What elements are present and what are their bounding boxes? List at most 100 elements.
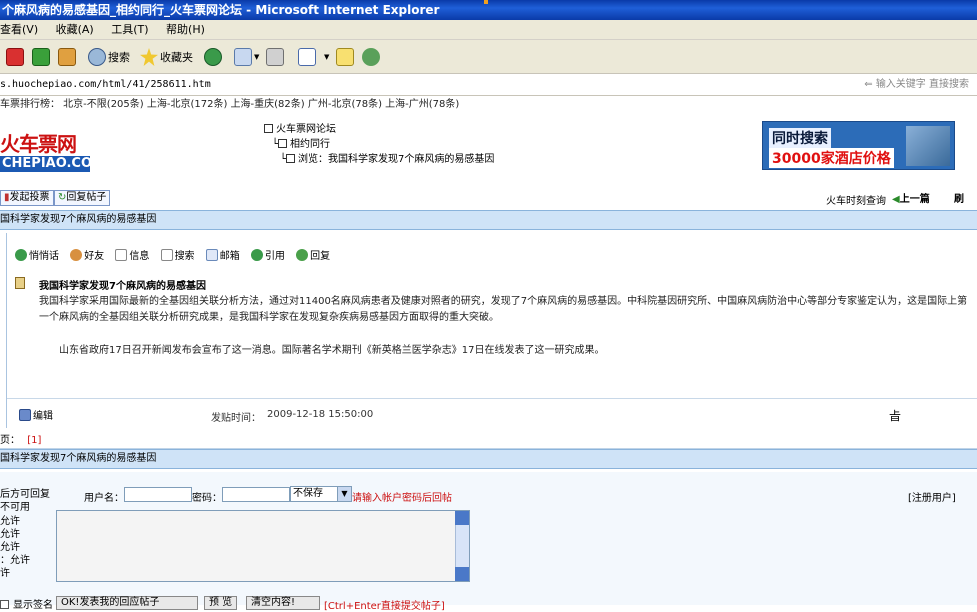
scroll-up-icon[interactable] (455, 511, 469, 525)
breadcrumb-current: └ 浏览：我国科学家发现7个麻风病的易感基因 (264, 152, 494, 167)
password-label: 密码： (192, 493, 222, 504)
friend-button[interactable]: 好友 (70, 249, 105, 262)
address-search[interactable]: ⇐ 输入关键字 直接搜索 (864, 74, 969, 96)
schedule-link[interactable]: 火车时刻查询 (826, 192, 886, 207)
arrow-left-icon: ⇐ (864, 79, 876, 90)
refresh-link[interactable]: 刷 (954, 190, 964, 205)
post-reply-label: 回复 (310, 251, 331, 262)
note-icon (336, 48, 354, 66)
reply-post-label: 回复帖子 (66, 192, 107, 203)
address-url[interactable]: s.huochepiao.com/html/41/258611.htm (0, 79, 211, 90)
textarea-scrollbar[interactable] (455, 511, 469, 581)
ticket-ranking[interactable]: 车票排行榜： 北京-不限(205条) 上海-北京(172条) 上海-重庆(82条… (0, 96, 977, 114)
preview-button[interactable]: 预 览 (204, 596, 238, 610)
edit-post-button[interactable]: 编辑 (19, 407, 53, 422)
reply-form: 后方可回复 不可用 允许 允许 允许 ：允许 许 用户名： 密码： 不保存 ▼ … (0, 472, 977, 612)
print-button[interactable] (266, 46, 286, 68)
page-link-1[interactable]: [1] (27, 435, 41, 446)
save-login-value: 不保存 (293, 488, 323, 499)
post-divider (7, 398, 977, 399)
chevron-down-icon: ▼ (254, 53, 260, 61)
thread-actions: ▮发起投票 ↻回复帖子 火车时刻查询 ◀上一篇 刷 (0, 190, 977, 208)
post-mark: 㫖 (889, 409, 902, 423)
folder-icon (278, 139, 288, 148)
new-vote-label: 发起投票 (9, 192, 50, 203)
chevron-down-icon: ▼ (337, 487, 351, 501)
post-paragraph: 我国科学家采用国际最新的全基因组关联分析方法，通过对11400名麻风病患者及健康… (39, 296, 968, 323)
friend-label: 好友 (84, 251, 105, 262)
save-login-select[interactable]: 不保存 ▼ (290, 486, 352, 502)
post-search-button[interactable]: 搜索 (160, 249, 195, 262)
favorites-label: 收藏夹 (160, 51, 193, 64)
home-button[interactable] (58, 46, 78, 68)
site-logo[interactable]: 火车票网 CHEPIAO.COM (0, 132, 105, 176)
menu-help[interactable]: 帮助(H) (166, 23, 205, 36)
reply-title-bar: 国科学家发现7个麻风病的易感基因 (0, 449, 977, 469)
whisper-icon (15, 249, 27, 261)
breadcrumb-forum-label: 相约同行 (290, 139, 331, 150)
show-signature-checkbox[interactable]: 显示签名 (0, 596, 53, 611)
email-button[interactable]: 邮箱 (205, 249, 240, 262)
thread-title-bar: 国科学家发现7个麻风病的易感基因 (0, 210, 977, 230)
clear-button[interactable]: 清空内容! (246, 596, 320, 610)
reply-content-textarea[interactable] (56, 510, 470, 582)
whisper-button[interactable]: 悄悄话 (15, 249, 59, 262)
arrow-left-icon: ◀ (892, 194, 900, 205)
menu-tools[interactable]: 工具(T) (111, 23, 148, 36)
reply-note: 不可用 (0, 502, 30, 513)
ad-line2: 30000家酒店价格 (769, 148, 894, 168)
scroll-down-icon[interactable] (455, 567, 469, 581)
breadcrumb-forum[interactable]: └ 相约同行 (264, 137, 494, 152)
favorites-button[interactable]: 收藏夹 (140, 46, 193, 68)
show-signature-label: 显示签名 (13, 600, 53, 611)
address-bar[interactable]: s.huochepiao.com/html/41/258611.htm ⇐ 输入… (0, 74, 977, 96)
menu-view[interactable]: 查看(V) (0, 23, 38, 36)
breadcrumb-root-label: 火车票网论坛 (276, 124, 336, 135)
username-label: 用户名： (84, 493, 124, 504)
browser-toolbar: 搜索 收藏夹 ▼ ▼ (0, 40, 977, 74)
quote-label: 引用 (264, 251, 285, 262)
post-reply-button[interactable]: 回复 (296, 249, 331, 262)
info-button[interactable]: 信息 (115, 249, 149, 262)
notes-button[interactable] (336, 46, 356, 68)
address-search-hint: 输入关键字 直接搜索 (875, 79, 969, 90)
logo-domain: CHEPIAO.COM (0, 156, 105, 172)
prev-post-label: 上一篇 (899, 194, 930, 205)
edit-icon (19, 409, 31, 421)
new-vote-button[interactable]: ▮发起投票 (0, 190, 54, 206)
messenger-button[interactable] (362, 46, 382, 68)
search-button[interactable]: 搜索 (88, 46, 130, 68)
breadcrumb-root[interactable]: 火车票网论坛 (264, 122, 494, 137)
post-tools: 悄悄话 好友 信息 搜索 邮箱 引用 回复 (15, 247, 338, 262)
users-icon (70, 249, 83, 261)
menu-favorites[interactable]: 收藏(A) (56, 23, 94, 36)
mail-icon (205, 249, 218, 261)
post-time-label: 发贴时间： (211, 413, 261, 424)
history-button[interactable] (204, 46, 224, 68)
register-link[interactable]: [注册用户] (908, 489, 956, 504)
username-input[interactable] (124, 487, 192, 502)
breadcrumb: 火车票网论坛 └ 相约同行 └ 浏览：我国科学家发现7个麻风病的易感基因 (264, 122, 494, 167)
search-icon (88, 48, 106, 66)
document-search-icon (160, 249, 173, 261)
post-body: 我国科学家采用国际最新的全基因组关联分析方法，通过对11400名麻风病患者及健康… (39, 294, 974, 376)
ad-line1: 同时搜索 (769, 128, 831, 148)
mail-button[interactable]: ▼ (234, 46, 259, 68)
pagination: 页： [1] (0, 433, 977, 449)
stop-icon (6, 48, 24, 66)
password-input[interactable] (222, 487, 290, 502)
titlebar-accent (484, 0, 488, 4)
edit-post-label: 编辑 (33, 411, 53, 422)
hotel-ad-banner[interactable]: 同时搜索 30000家酒店价格 (762, 121, 955, 170)
edit-button[interactable]: ▼ (298, 46, 329, 68)
quote-button[interactable]: 引用 (250, 249, 285, 262)
refresh-button[interactable] (32, 46, 52, 68)
mail-icon (234, 48, 252, 66)
pager-label: 页： (0, 435, 20, 446)
star-icon (140, 48, 158, 66)
stop-button[interactable] (6, 46, 26, 68)
reply-post-button[interactable]: ↻回复帖子 (54, 190, 111, 206)
word-icon (298, 48, 316, 66)
submit-reply-button[interactable]: OK!发表我的回应帖子 (56, 596, 198, 610)
prev-post-link[interactable]: ◀上一篇 (892, 190, 930, 205)
